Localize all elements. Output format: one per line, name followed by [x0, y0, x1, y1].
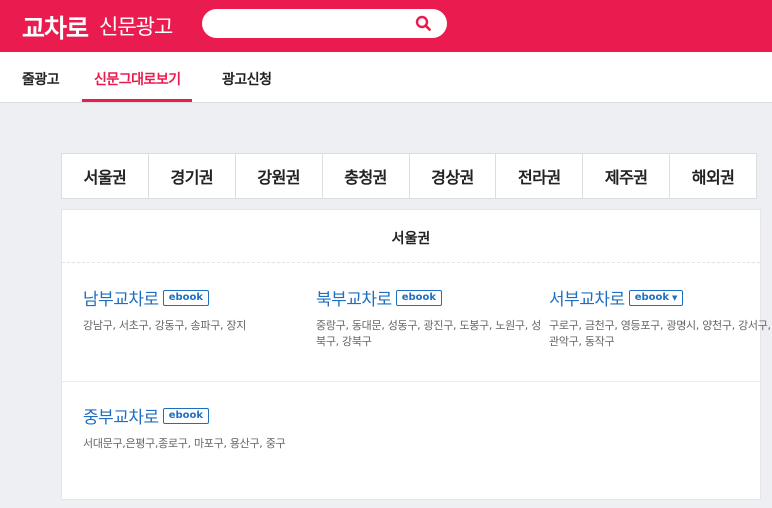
region-tab-gyeonggi[interactable]: 경기권 — [149, 154, 236, 198]
ebook-button[interactable]: ebook — [395, 289, 443, 306]
region-panel: 서울권 남부교차로 ebook 강남구, 서초구, 강동구, 송파구, 장지 북… — [61, 209, 771, 500]
paper-areas: 구로구, 금천구, 영등포구, 광명시, 양천구, 강서구, 관악구, 동작구 — [549, 319, 771, 348]
paper-name-link[interactable]: 중부교차로 — [83, 403, 159, 428]
paper-card: 중부교차로 ebook 서대문구,은평구,종로구, 마포구, 용산구, 중구 — [83, 403, 308, 452]
logo[interactable]: 교차로 — [22, 9, 89, 45]
tab-line-ads[interactable]: 줄광고 — [22, 69, 60, 89]
tab-ad-request[interactable]: 광고신청 — [222, 69, 272, 89]
search-icon[interactable] — [414, 14, 434, 34]
tab-bar: 줄광고 신문그대로보기 광고신청 — [0, 52, 772, 103]
region-tab-seoul[interactable]: 서울권 — [62, 154, 149, 198]
ebook-button[interactable]: ebook — [162, 289, 210, 306]
top-bar: 교차로 신문광고 — [0, 0, 772, 52]
paper-card: 북부교차로 ebook 중랑구, 동대문, 성동구, 광진구, 도봉구, 노원구… — [316, 285, 541, 350]
region-tabs: 서울권 경기권 강원권 충청권 경상권 전라권 제주권 해외권 — [61, 153, 757, 199]
paper-name-link[interactable]: 서부교차로 — [549, 285, 625, 310]
paper-areas: 중랑구, 동대문, 성동구, 광진구, 도봉구, 노원구, 성북구, 강북구 — [316, 319, 541, 348]
ebook-button[interactable]: ebook — [162, 407, 210, 424]
region-tab-jeju[interactable]: 제주권 — [583, 154, 671, 198]
active-tab-indicator — [82, 99, 192, 102]
paper-areas: 강남구, 서초구, 강동구, 송파구, 장지 — [83, 319, 247, 332]
divider — [62, 262, 760, 263]
ebook-dropdown-button[interactable]: ebook ▼ — [628, 289, 684, 306]
divider — [62, 381, 760, 382]
search-input[interactable] — [216, 13, 412, 34]
logo-subtitle[interactable]: 신문광고 — [99, 11, 173, 41]
paper-card: 남부교차로 ebook 강남구, 서초구, 강동구, 송파구, 장지 — [83, 285, 308, 334]
tab-newspaper-view[interactable]: 신문그대로보기 — [94, 69, 181, 89]
chevron-down-icon: ▼ — [672, 293, 678, 302]
region-tab-gyeongsang[interactable]: 경상권 — [410, 154, 497, 198]
search-box — [202, 9, 447, 38]
paper-name-link[interactable]: 북부교차로 — [316, 285, 392, 310]
region-tab-gangwon[interactable]: 강원권 — [236, 154, 323, 198]
paper-name-link[interactable]: 남부교차로 — [83, 285, 159, 310]
region-tab-chungcheong[interactable]: 충청권 — [323, 154, 410, 198]
region-tab-overseas[interactable]: 해외권 — [670, 154, 756, 198]
region-tab-jeolla[interactable]: 전라권 — [496, 154, 584, 198]
paper-areas: 서대문구,은평구,종로구, 마포구, 용산구, 중구 — [83, 437, 286, 450]
paper-card: 서부교차로 ebook ▼ 구로구, 금천구, 영등포구, 광명시, 양천구, 강… — [549, 285, 772, 350]
panel-title: 서울권 — [391, 231, 431, 247]
